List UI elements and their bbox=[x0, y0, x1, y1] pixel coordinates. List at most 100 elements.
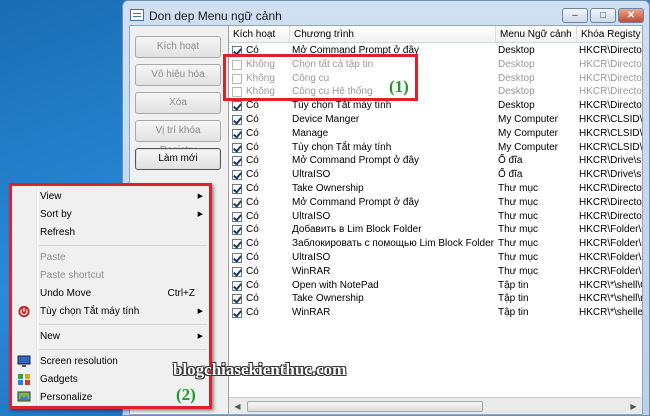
registry-location-button[interactable]: Vị trí khóa Registry bbox=[135, 120, 221, 156]
menu-shortcut: Ctrl+Z bbox=[167, 288, 196, 299]
cell-active: Có bbox=[246, 196, 259, 208]
table-row[interactable]: Có Tùy chọn Tắt máy tính My Computer HKCR\C… bbox=[229, 141, 642, 155]
scroll-right-icon[interactable]: ▶ bbox=[627, 400, 640, 413]
scroll-left-icon[interactable]: ◀ bbox=[231, 400, 244, 413]
table-row[interactable]: Có Manage My Computer HKCR\CLSID\{20 bbox=[229, 127, 642, 141]
cell-program: WinRAR bbox=[292, 265, 331, 277]
menu-separator bbox=[39, 245, 207, 246]
cell-menu: Tập tin bbox=[498, 279, 529, 291]
table-row[interactable]: Có Tùy chọn Tắt máy tính Desktop HKCR\Direc… bbox=[229, 99, 642, 113]
table-row[interactable]: Có Добавить в Lim Block Folder Thư mục HKCR… bbox=[229, 223, 642, 237]
cell-program: Manage bbox=[292, 127, 329, 139]
menu-item-refresh[interactable]: Refresh bbox=[12, 224, 209, 242]
submenu-arrow-icon: ▶ bbox=[197, 211, 203, 218]
cell-menu: Tập tin bbox=[498, 293, 529, 305]
cell-menu: My Computer bbox=[498, 127, 559, 139]
table-row[interactable]: Có UltraISO Ổ đĩa HKCR\Drive\shel bbox=[229, 168, 642, 182]
column-header-program[interactable]: Chương trình bbox=[290, 26, 496, 43]
cell-active: Có bbox=[246, 114, 259, 125]
cell-program: UltraISO bbox=[292, 169, 331, 181]
table-row[interactable]: Có Device Manger My Computer HKCR\CLSID\{20 bbox=[229, 113, 642, 127]
cell-menu: Tập tin bbox=[498, 307, 529, 319]
column-header-active[interactable]: Kích hoạt bbox=[229, 26, 290, 43]
table-row[interactable]: Có Заблокировать с помощью Lim Block Fold… bbox=[229, 237, 642, 251]
cell-menu: Desktop bbox=[498, 45, 535, 56]
cell-active: Có bbox=[246, 307, 259, 319]
cell-active: Có bbox=[246, 238, 259, 250]
menu-item-t-y-ch-n-t-t-m-y-t-nh[interactable]: Tùy chọn Tắt máy tính ▶ bbox=[12, 303, 209, 321]
menu-item-label: Tùy chọn Tắt máy tính bbox=[40, 306, 140, 317]
close-button[interactable]: ✕ bbox=[618, 8, 644, 23]
cell-menu: Thư mục bbox=[498, 238, 539, 250]
cell-registry-key: HKCR\Directory\ bbox=[579, 86, 642, 98]
table-row[interactable]: Có WinRAR Tập tin HKCR\*\shellex\ bbox=[229, 306, 642, 320]
watermark: blogchiasekienthuc.com bbox=[173, 360, 347, 379]
menu-item-label: Undo Move bbox=[40, 288, 92, 299]
minimize-button[interactable]: – bbox=[562, 8, 588, 23]
menu-item-new[interactable]: New ▶ bbox=[12, 328, 209, 346]
cell-active: Có bbox=[246, 100, 259, 112]
cell-menu: Thư mục bbox=[498, 265, 539, 277]
cell-program: Take Ownership bbox=[292, 183, 364, 194]
cell-menu: Thư mục bbox=[498, 183, 539, 194]
cell-menu: Desktop bbox=[498, 100, 535, 112]
cell-active: Có bbox=[246, 293, 259, 305]
column-header-menu[interactable]: Menu Ngữ cảnh bbox=[496, 26, 577, 43]
table-row[interactable]: Có UltraISO Thư mục HKCR\Directory\ bbox=[229, 210, 642, 224]
menu-item-label: View bbox=[40, 191, 62, 202]
cell-program: Заблокировать с помощью Lim Block Folder bbox=[292, 238, 494, 250]
table-row[interactable]: Có Take Ownership Thư mục HKCR\Directory\ bbox=[229, 182, 642, 196]
cell-active: Có bbox=[246, 224, 259, 236]
cell-active: Có bbox=[246, 169, 259, 181]
cell-program: Mở Command Prompt ở đây bbox=[292, 196, 420, 208]
power-icon bbox=[17, 305, 31, 318]
menu-item-paste-shortcut[interactable]: Paste shortcut bbox=[12, 267, 209, 285]
maximize-button[interactable]: □ bbox=[590, 8, 616, 23]
menu-item-label: Refresh bbox=[40, 227, 76, 238]
window-title: Don dep Menu ngữ cảnh bbox=[149, 9, 282, 23]
cell-program: Tùy chọn Tắt máy tính bbox=[292, 100, 392, 112]
cell-registry-key: HKCR\Directory\ bbox=[579, 72, 642, 84]
menu-item-label: Personalize bbox=[40, 392, 93, 403]
horizontal-scrollbar[interactable]: ◀ ▶ bbox=[229, 397, 642, 414]
enable-button[interactable]: Kích hoạt bbox=[135, 36, 221, 58]
screen-resolution-icon bbox=[17, 355, 31, 368]
cell-program: Добавить в Lim Block Folder bbox=[292, 224, 422, 236]
table-row[interactable]: Có Take Ownership Tập tin HKCR\*\shell\ru bbox=[229, 292, 642, 306]
cell-program: UltraISO bbox=[292, 210, 331, 222]
delete-button[interactable]: Xóa bbox=[135, 92, 221, 114]
table-row[interactable]: Có WinRAR Thư mục HKCR\Folder\she bbox=[229, 265, 642, 279]
scroll-thumb[interactable] bbox=[247, 401, 483, 412]
cell-menu: Thư mục bbox=[498, 252, 539, 263]
menu-item-paste[interactable]: Paste bbox=[12, 249, 209, 267]
app-icon bbox=[130, 9, 144, 21]
cell-registry-key: HKCR\Folder\she bbox=[579, 252, 642, 263]
menu-item-view[interactable]: View ▶ bbox=[12, 188, 209, 206]
menu-item-undo-move[interactable]: Undo Move Ctrl+Z bbox=[12, 285, 209, 303]
table-row[interactable]: Có Open with NotePad Tập tin HKCR\*\shell\O… bbox=[229, 279, 642, 293]
menu-item-label: Sort by bbox=[40, 209, 72, 220]
annotation-label-2: (2) bbox=[176, 385, 196, 404]
cell-registry-key: HKCR\Folder\she bbox=[579, 238, 642, 250]
cell-registry-key: HKCR\CLSID\{20 bbox=[579, 127, 642, 139]
cell-menu: Desktop bbox=[498, 58, 535, 70]
cell-program: Take Ownership bbox=[292, 293, 364, 305]
cell-registry-key: HKCR\CLSID\{20 bbox=[579, 141, 642, 153]
refresh-button[interactable]: Làm mới bbox=[135, 148, 221, 170]
cell-active: Có bbox=[246, 279, 259, 291]
cell-active: Có bbox=[246, 141, 259, 153]
column-header-registry-key[interactable]: Khóa Registy bbox=[577, 26, 642, 43]
cell-program: Tùy chọn Tắt máy tính bbox=[292, 141, 392, 153]
disable-button[interactable]: Vô hiệu hóa bbox=[135, 64, 221, 86]
submenu-arrow-icon: ▶ bbox=[197, 193, 203, 200]
cell-menu: Thư mục bbox=[498, 210, 539, 222]
cell-registry-key: HKCR\Drive\shel bbox=[579, 169, 642, 181]
menu-item-label: Paste bbox=[40, 252, 66, 263]
cell-active: Có bbox=[246, 183, 259, 194]
cell-registry-key: HKCR\Folder\she bbox=[579, 224, 642, 236]
cell-active: Có bbox=[246, 127, 259, 139]
table-row[interactable]: Có Mở Command Prompt ở đây Thư mục HKCR\Dir… bbox=[229, 196, 642, 210]
menu-item-sort-by[interactable]: Sort by ▶ bbox=[12, 206, 209, 224]
table-row[interactable]: Có UltraISO Thư mục HKCR\Folder\she bbox=[229, 251, 642, 265]
table-row[interactable]: Có Mở Command Prompt ở đây Ổ đĩa HKCR\Drive… bbox=[229, 154, 642, 168]
